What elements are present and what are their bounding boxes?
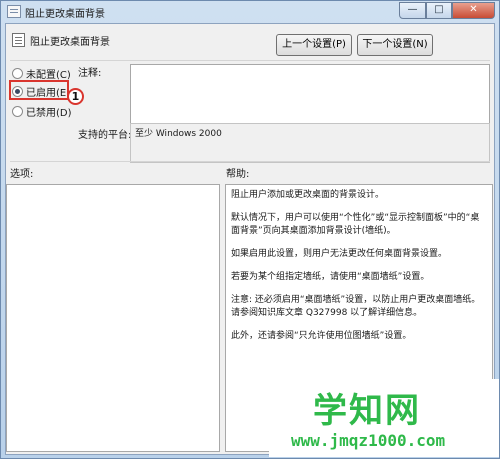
setting-title: 阻止更改桌面背景 <box>30 37 110 48</box>
radio-label: 已禁用(D) <box>26 107 72 119</box>
help-paragraph: 如果启用此设置，则用户无法更改任何桌面背景设置。 <box>231 249 448 259</box>
next-setting-button[interactable]: 下一个设置(N) <box>357 34 433 56</box>
close-button[interactable]: ✕ <box>452 2 495 19</box>
options-label: 选项: <box>10 169 34 180</box>
options-panel[interactable] <box>6 184 220 452</box>
setting-icon <box>12 33 25 47</box>
help-paragraph: 默认情况下，用户可以使用“个性化”或“显示控制面板”中的“桌面背景”页向其桌面添… <box>231 213 480 236</box>
radio-label: 未配置(C) <box>26 69 71 81</box>
title-bar: 阻止更改桌面背景 — □ ✕ <box>1 1 499 23</box>
policy-icon <box>7 5 21 18</box>
minimize-button[interactable]: — <box>399 2 426 19</box>
help-paragraph: 注意: 还必须启用“桌面墙纸”设置，以防止用户更改桌面墙纸。请参阅知识库文章 Q… <box>231 295 481 318</box>
radio-disabled[interactable]: 已禁用(D) <box>12 104 72 119</box>
radio-circle[interactable] <box>12 67 23 79</box>
header-divider <box>10 60 490 61</box>
watermark-url: www.jmqz1000.com <box>291 431 446 450</box>
section-divider <box>10 161 490 162</box>
help-label: 帮助: <box>226 169 250 180</box>
platform-value: 至少 Windows 2000 <box>130 123 490 163</box>
maximize-button[interactable]: □ <box>426 2 452 19</box>
comment-label: 注释: <box>78 68 102 79</box>
step-callout: 1 <box>67 88 84 105</box>
enabled-highlight-box <box>9 80 69 100</box>
help-paragraph: 此外，还请参阅“只允许使用位图墙纸”设置。 <box>231 331 412 341</box>
radio-circle[interactable] <box>12 105 23 117</box>
help-paragraph: 阻止用户添加或更改桌面的背景设计。 <box>231 190 385 200</box>
previous-setting-button[interactable]: 上一个设置(P) <box>276 34 352 56</box>
comment-textarea[interactable] <box>130 64 490 129</box>
dialog-window: 阻止更改桌面背景 — □ ✕ 阻止更改桌面背景 上一个设置(P) 下一个设置(N… <box>0 0 500 459</box>
site-watermark: 学知网 www.jmqz1000.com <box>269 379 499 457</box>
platform-label: 支持的平台: <box>78 130 132 141</box>
radio-not-configured[interactable]: 未配置(C) <box>12 66 71 81</box>
watermark-logo: 学知网 <box>313 391 421 431</box>
window-title: 阻止更改桌面背景 <box>25 9 105 20</box>
help-paragraph: 若要为某个组指定墙纸，请使用“桌面墙纸”设置。 <box>231 272 430 282</box>
